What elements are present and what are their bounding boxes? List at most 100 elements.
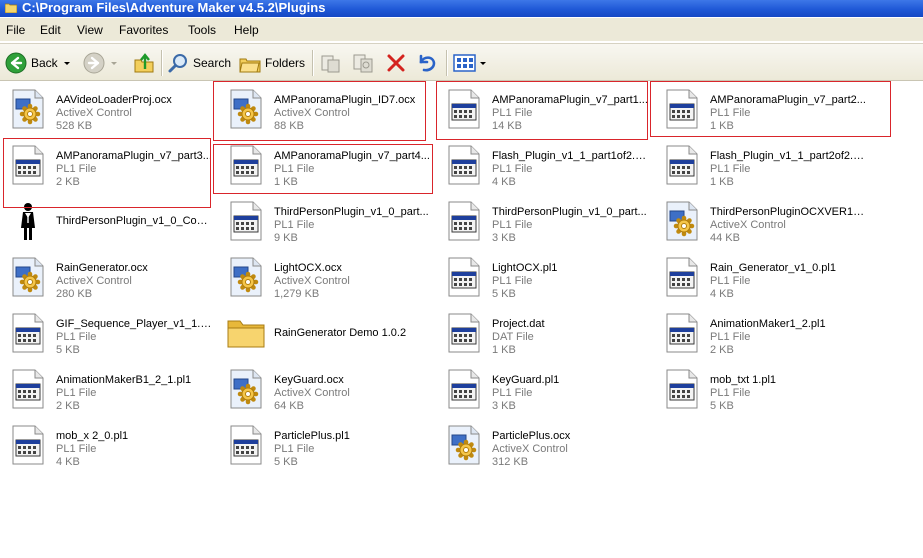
menu-edit[interactable]: Edit <box>40 23 61 37</box>
pl1-file-icon <box>226 425 266 465</box>
file-item-thirdpersonplugin-v1-0-confi[interactable]: ThirdPersonPlugin_v1_0_Confi... <box>0 195 214 247</box>
file-item-thirdpersonplugin-v1-0-part[interactable]: ThirdPersonPlugin_v1_0_part... PL1 File 9 … <box>218 195 432 247</box>
file-size: 44 KB <box>710 232 740 244</box>
file-item-keyguard-pl1[interactable]: KeyGuard.pl1 PL1 File 3 KB <box>436 363 650 415</box>
search-icon <box>168 54 187 73</box>
file-type: PL1 File <box>710 163 751 175</box>
back-dropdown-arrow-icon[interactable] <box>63 61 70 65</box>
folder-icon <box>5 3 17 13</box>
file-size: 2 KB <box>56 176 80 188</box>
up-folder-button[interactable] <box>133 49 155 77</box>
move-to-button[interactable] <box>319 49 341 77</box>
file-size: 3 KB <box>492 400 516 412</box>
file-name: LightOCX.ocx <box>274 262 342 274</box>
pl1-file-icon <box>444 201 484 241</box>
file-type: ActiveX Control <box>274 107 350 119</box>
folders-button[interactable]: Folders <box>239 49 305 77</box>
pl1-file-icon <box>444 89 484 129</box>
menu-file[interactable]: File <box>6 23 25 37</box>
file-item-lightocx-pl1[interactable]: LightOCX.pl1 PL1 File 5 KB <box>436 251 650 303</box>
views-button[interactable] <box>453 49 486 77</box>
file-type: PL1 File <box>710 275 751 287</box>
back-label: Back <box>31 56 58 70</box>
file-item-animationmakerb1-2-1-pl1[interactable]: AnimationMakerB1_2_1.pl1 PL1 File 2 KB <box>0 363 214 415</box>
menu-tools[interactable]: Tools <box>188 23 216 37</box>
pl1-file-icon <box>8 425 48 465</box>
views-dropdown-arrow-icon[interactable] <box>480 61 486 65</box>
file-type: PL1 File <box>274 443 315 455</box>
file-item-thirdpersonpluginocxver1-ocx[interactable]: ThirdPersonPluginOCXVER1.ocx ActiveX Cont… <box>654 195 868 247</box>
copy-to-button[interactable] <box>352 49 374 77</box>
file-name: ThirdPersonPluginOCXVER1.ocx <box>710 206 866 218</box>
file-item-mob-txt-1-pl1[interactable]: mob_txt 1.pl1 PL1 File 5 KB <box>654 363 868 415</box>
file-name: RainGenerator.ocx <box>56 262 148 274</box>
file-size: 528 KB <box>56 120 93 132</box>
file-size: 4 KB <box>492 176 516 188</box>
pl1-file-icon <box>662 257 702 297</box>
file-item-mob-x-2-0-pl1[interactable]: mob_x 2_0.pl1 PL1 File 4 KB <box>0 419 214 471</box>
file-item-lightocx-ocx[interactable]: LightOCX.ocx ActiveX Control 1,279 KB <box>218 251 432 303</box>
search-button[interactable]: Search <box>167 49 231 77</box>
file-name: ThirdPersonPlugin_v1_0_part... <box>274 206 429 218</box>
file-item-raingenerator-ocx[interactable]: RainGenerator.ocx ActiveX Control 280 KB <box>0 251 214 303</box>
file-type: PL1 File <box>56 163 97 175</box>
file-item-keyguard-ocx[interactable]: KeyGuard.ocx ActiveX Control 64 KB <box>218 363 432 415</box>
folder-icon <box>226 313 266 353</box>
file-type: PL1 File <box>710 387 751 399</box>
file-name: AMPanoramaPlugin_v7_part2... <box>710 94 866 106</box>
file-name: KeyGuard.pl1 <box>492 374 560 386</box>
pl1-file-icon <box>444 369 484 409</box>
file-item-particleplus-ocx[interactable]: ParticlePlus.ocx ActiveX Control 312 KB <box>436 419 650 471</box>
file-item-particleplus-pl1[interactable]: ParticlePlus.pl1 PL1 File 5 KB <box>218 419 432 471</box>
file-item-ampanoramaplugin-v7-part4[interactable]: AMPanoramaPlugin_v7_part4... PL1 File 1 KB <box>218 139 432 191</box>
file-type: PL1 File <box>274 219 315 231</box>
file-size: 280 KB <box>56 288 93 300</box>
copy-to-icon <box>353 54 373 73</box>
menu-help[interactable]: Help <box>234 23 259 37</box>
file-size: 88 KB <box>274 120 304 132</box>
file-type: PL1 File <box>492 275 533 287</box>
file-name: AAVideoLoaderProj.ocx <box>56 94 172 106</box>
file-size: 1 KB <box>492 344 516 356</box>
window-titlebar[interactable]: C:\Program Files\Adventure Maker v4.5.2\… <box>0 0 923 17</box>
folders-label: Folders <box>265 56 306 70</box>
file-item-aavideoloaderproj-ocx[interactable]: AAVideoLoaderProj.ocx ActiveX Control 528 … <box>0 83 214 135</box>
file-type: ActiveX Control <box>56 275 132 287</box>
pl1-file-icon <box>226 201 266 241</box>
activex-gear-icon <box>226 89 266 129</box>
file-item-ampanoramaplugin-v7-part1[interactable]: AMPanoramaPlugin_v7_part1... PL1 File 14 K… <box>436 83 650 135</box>
file-name: AnimationMaker1_2.pl1 <box>710 318 826 330</box>
delete-button[interactable] <box>385 49 407 77</box>
file-name: ParticlePlus.ocx <box>492 430 571 442</box>
file-item-rain-generator-v1-0-pl1[interactable]: Rain_Generator_v1_0.pl1 PL1 File 4 KB <box>654 251 868 303</box>
undo-button[interactable] <box>416 49 438 77</box>
activex-gear-icon <box>444 425 484 465</box>
file-size: 312 KB <box>492 456 529 468</box>
file-item-ampanoramaplugin-id7-ocx[interactable]: AMPanoramaPlugin_ID7.ocx ActiveX Control 8… <box>218 83 432 135</box>
file-name: mob_x 2_0.pl1 <box>56 430 129 442</box>
pl1-file-icon <box>662 89 702 129</box>
folders-icon <box>239 58 261 73</box>
file-list: AAVideoLoaderProj.ocx ActiveX Control 528 … <box>0 81 923 558</box>
menu-favorites[interactable]: Favorites <box>119 23 168 37</box>
menu-view[interactable]: View <box>77 23 103 37</box>
file-item-flash-plugin-v1-1-part2of2-pl1[interactable]: Flash_Plugin_v1_1_part2of2.pl1 PL1 File 1 … <box>654 139 868 191</box>
pl1-file-icon <box>444 145 484 185</box>
file-item-raingenerator-demo-1-0-2[interactable]: RainGenerator Demo 1.0.2 <box>218 307 432 359</box>
file-item-thirdpersonplugin-v1-0-part[interactable]: ThirdPersonPlugin_v1_0_part... PL1 File 3 … <box>436 195 650 247</box>
forward-dropdown-arrow-icon[interactable] <box>111 61 117 65</box>
file-item-ampanoramaplugin-v7-part2[interactable]: AMPanoramaPlugin_v7_part2... PL1 File 1 KB <box>654 83 868 135</box>
file-type: PL1 File <box>274 163 315 175</box>
file-item-animationmaker1-2-pl1[interactable]: AnimationMaker1_2.pl1 PL1 File 2 KB <box>654 307 868 359</box>
file-type: DAT File <box>492 331 534 343</box>
file-size: 5 KB <box>56 344 80 356</box>
forward-button[interactable] <box>83 49 117 77</box>
file-item-flash-plugin-v1-1-part1of2-pl1[interactable]: Flash_Plugin_v1_1_part1of2.pl1 PL1 File 4 … <box>436 139 650 191</box>
file-name: AnimationMakerB1_2_1.pl1 <box>56 374 192 386</box>
back-button[interactable]: Back <box>5 49 70 77</box>
file-item-project-dat[interactable]: Project.dat DAT File 1 KB <box>436 307 650 359</box>
file-item-gif-sequence-player-v1-1-pl1[interactable]: GIF_Sequence_Player_v1_1.pl1 PL1 File 5 KB <box>0 307 214 359</box>
file-name: ThirdPersonPlugin_v1_0_Confi... <box>56 215 212 227</box>
back-arrow-icon <box>5 52 27 74</box>
file-item-ampanoramaplugin-v7-part3[interactable]: AMPanoramaPlugin_v7_part3... PL1 File 2 KB <box>0 139 214 191</box>
